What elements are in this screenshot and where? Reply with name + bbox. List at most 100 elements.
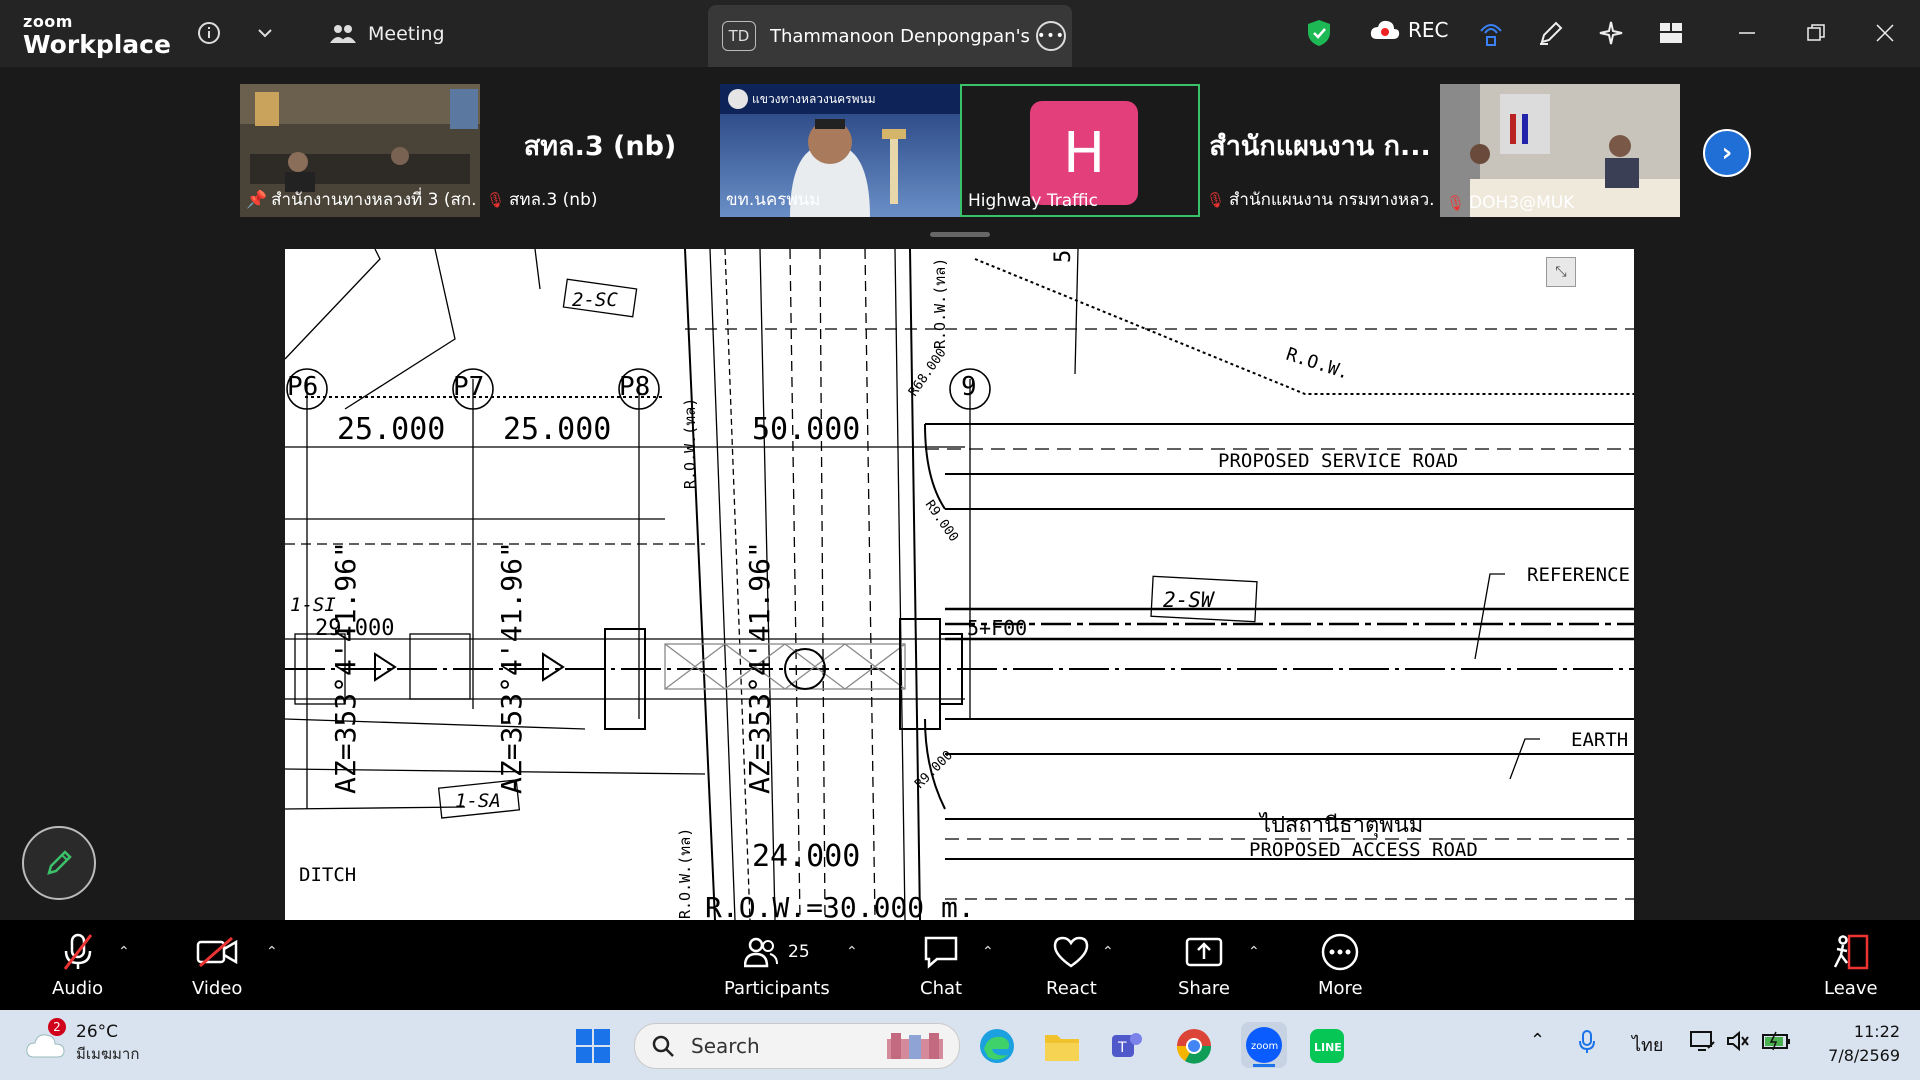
line-app-icon[interactable]: LINE xyxy=(1308,1027,1346,1065)
teams-icon[interactable]: T xyxy=(1108,1027,1146,1065)
video-tile[interactable]: 🎙 DOH3@MUK xyxy=(1440,84,1680,217)
system-clock[interactable]: 11:22 7/8/2569 xyxy=(1818,1020,1900,1068)
restore-icon[interactable] xyxy=(1799,16,1833,50)
title-bar: zoom Workplace Meeting TD Thammanoon Den… xyxy=(0,0,1920,67)
participants-count: 25 xyxy=(788,942,810,962)
more-options-icon[interactable]: ••• xyxy=(1036,21,1066,51)
network-icon[interactable] xyxy=(1690,1030,1716,1057)
pencil-icon xyxy=(47,850,72,875)
video-options-caret-icon[interactable]: ⌃ xyxy=(266,944,278,960)
taskbar-search-box[interactable]: Search xyxy=(634,1023,960,1069)
share-options-caret-icon[interactable]: ⌃ xyxy=(1248,944,1260,960)
volume-muted-icon[interactable] xyxy=(1726,1030,1750,1057)
participants-button[interactable]: 25 Participants xyxy=(724,932,830,999)
ai-companion-sparkle-icon[interactable] xyxy=(1594,16,1628,50)
video-button[interactable]: Video xyxy=(192,932,242,999)
chrome-icon[interactable] xyxy=(1175,1027,1213,1065)
azimuth-label: AZ=353°4'41.96" xyxy=(329,541,362,794)
leave-button[interactable]: Leave xyxy=(1824,932,1878,999)
clock-date: 7/8/2569 xyxy=(1828,1046,1900,1065)
clock-time: 11:22 xyxy=(1853,1022,1900,1041)
sharer-initials: TD xyxy=(722,21,756,51)
logo-small-text: zoom xyxy=(23,12,73,31)
video-tile[interactable]: แขวงทางหลวงนครพนม ขท.นครพนม xyxy=(720,84,960,217)
cloud-record-icon xyxy=(1370,20,1400,39)
meeting-menu[interactable]: Meeting xyxy=(330,18,445,50)
audio-options-caret-icon[interactable]: ⌃ xyxy=(118,944,130,960)
audio-label: Audio xyxy=(52,978,104,999)
tile-banner: แขวงทางหลวงนครพนม xyxy=(752,92,876,106)
live-transcript-icon[interactable] xyxy=(1474,16,1508,50)
react-options-caret-icon[interactable]: ⌃ xyxy=(1102,944,1114,960)
share-label: Share xyxy=(1178,978,1230,999)
react-label: React xyxy=(1046,978,1097,999)
drawing-number: 5 xyxy=(1051,250,1076,263)
ditch-label: DITCH xyxy=(299,864,356,886)
chat-bubble-icon xyxy=(924,936,958,969)
chat-options-caret-icon[interactable]: ⌃ xyxy=(982,944,994,960)
reference-label: REFERENCE xyxy=(1527,564,1630,586)
security-shield-icon[interactable] xyxy=(1302,16,1336,50)
react-button[interactable]: React xyxy=(1046,932,1097,999)
mic-muted-icon: 🎙 xyxy=(486,190,506,209)
chevron-down-icon[interactable] xyxy=(248,16,282,50)
svg-text:zoom: zoom xyxy=(1251,1041,1278,1052)
tile-name-label: Highway Traffic xyxy=(968,191,1098,211)
annotate-pen-icon[interactable] xyxy=(1534,16,1568,50)
video-tile[interactable]: 📌 สำนักงานทางหลวงที่ 3 (สก... xyxy=(240,84,480,217)
more-button[interactable]: More xyxy=(1318,932,1363,999)
cad-drawing: P6 P7 P8 9 25.000 25.000 50.000 24.000 2… xyxy=(285,249,1634,920)
edge-browser-icon[interactable] xyxy=(978,1027,1016,1065)
audio-button[interactable]: Audio xyxy=(52,932,103,999)
search-icon xyxy=(652,1035,674,1057)
video-off-icon xyxy=(196,936,238,968)
label-1-sa: 1-SA xyxy=(455,790,501,812)
weather-widget[interactable]: 26°C มีเมฆมาก xyxy=(26,1022,139,1066)
chat-button[interactable]: Chat xyxy=(920,932,962,999)
video-tile[interactable]: สำนักแผนงาน ก... 🎙 สำนักแผนงาน กรมทางหลว.… xyxy=(1200,84,1440,217)
rec-label: REC xyxy=(1408,18,1449,42)
close-icon[interactable] xyxy=(1868,16,1902,50)
dim-label: 25.000 xyxy=(337,412,445,447)
meeting-people-icon xyxy=(330,25,356,43)
row-label: R.O.W. xyxy=(1283,344,1351,384)
tile-name-label: 🎙 สำนักแผนงาน กรมทางหลว... xyxy=(1206,190,1436,210)
tray-mic-icon[interactable] xyxy=(1578,1030,1596,1059)
direction-label: ไปสถานีธาตุพนม xyxy=(1258,812,1423,838)
zoom-app-icon-active[interactable]: zoom xyxy=(1241,1022,1287,1068)
leave-door-icon xyxy=(1833,934,1869,970)
minimize-icon[interactable] xyxy=(1730,16,1764,50)
tray-overflow-chevron-icon[interactable]: ⌃ xyxy=(1530,1030,1545,1051)
label-1-si: 1-SI xyxy=(290,594,336,616)
annotate-pencil-button[interactable] xyxy=(22,826,96,900)
station-label: 5+F00 xyxy=(967,616,1027,640)
weather-badge: 2 xyxy=(48,1018,66,1036)
video-tile[interactable]: สทล.3 (nb) 🎙 สทล.3 (nb) xyxy=(480,84,720,217)
post-label: P7 xyxy=(453,372,484,402)
file-explorer-icon[interactable] xyxy=(1043,1027,1081,1065)
shared-screen-tab[interactable]: TD Thammanoon Denpongpan's screen ••• xyxy=(708,5,1072,67)
video-tile-active-speaker[interactable]: H Highway Traffic xyxy=(960,84,1200,217)
gallery-resize-handle[interactable] xyxy=(930,232,990,237)
participants-icon xyxy=(744,937,779,968)
input-language-indicator[interactable]: ไทย xyxy=(1632,1030,1663,1059)
tile-name-label: ขท.นครพนม xyxy=(726,190,821,210)
exit-fullscreen-icon[interactable]: ⤡ xyxy=(1546,257,1576,287)
gallery-next-arrow-icon[interactable]: › xyxy=(1703,129,1751,177)
battery-charging-icon[interactable] xyxy=(1762,1030,1792,1057)
gallery-view-icon[interactable] xyxy=(1654,16,1688,50)
post-label: 9 xyxy=(961,372,977,402)
windows-start-icon[interactable] xyxy=(574,1027,612,1065)
tile-name-label: 🎙 DOH3@MUK xyxy=(1446,193,1575,213)
participants-options-caret-icon[interactable]: ⌃ xyxy=(846,944,858,960)
recording-indicator[interactable]: REC xyxy=(1370,18,1449,42)
shared-screen-content: P6 P7 P8 9 25.000 25.000 50.000 24.000 2… xyxy=(285,249,1634,920)
row-thai-label: R.O.W.(ทล) xyxy=(931,258,949,349)
info-icon[interactable] xyxy=(192,16,226,50)
post-label: P6 xyxy=(287,372,318,402)
azimuth-label: AZ=353°4'41.96" xyxy=(495,541,528,794)
share-button[interactable]: Share xyxy=(1178,932,1230,999)
zoom-logo: zoom Workplace xyxy=(23,12,171,58)
row-thai-label: R.O.W.(ทล) xyxy=(681,398,699,489)
tile-name-label: 🎙 สทล.3 (nb) xyxy=(486,190,598,210)
